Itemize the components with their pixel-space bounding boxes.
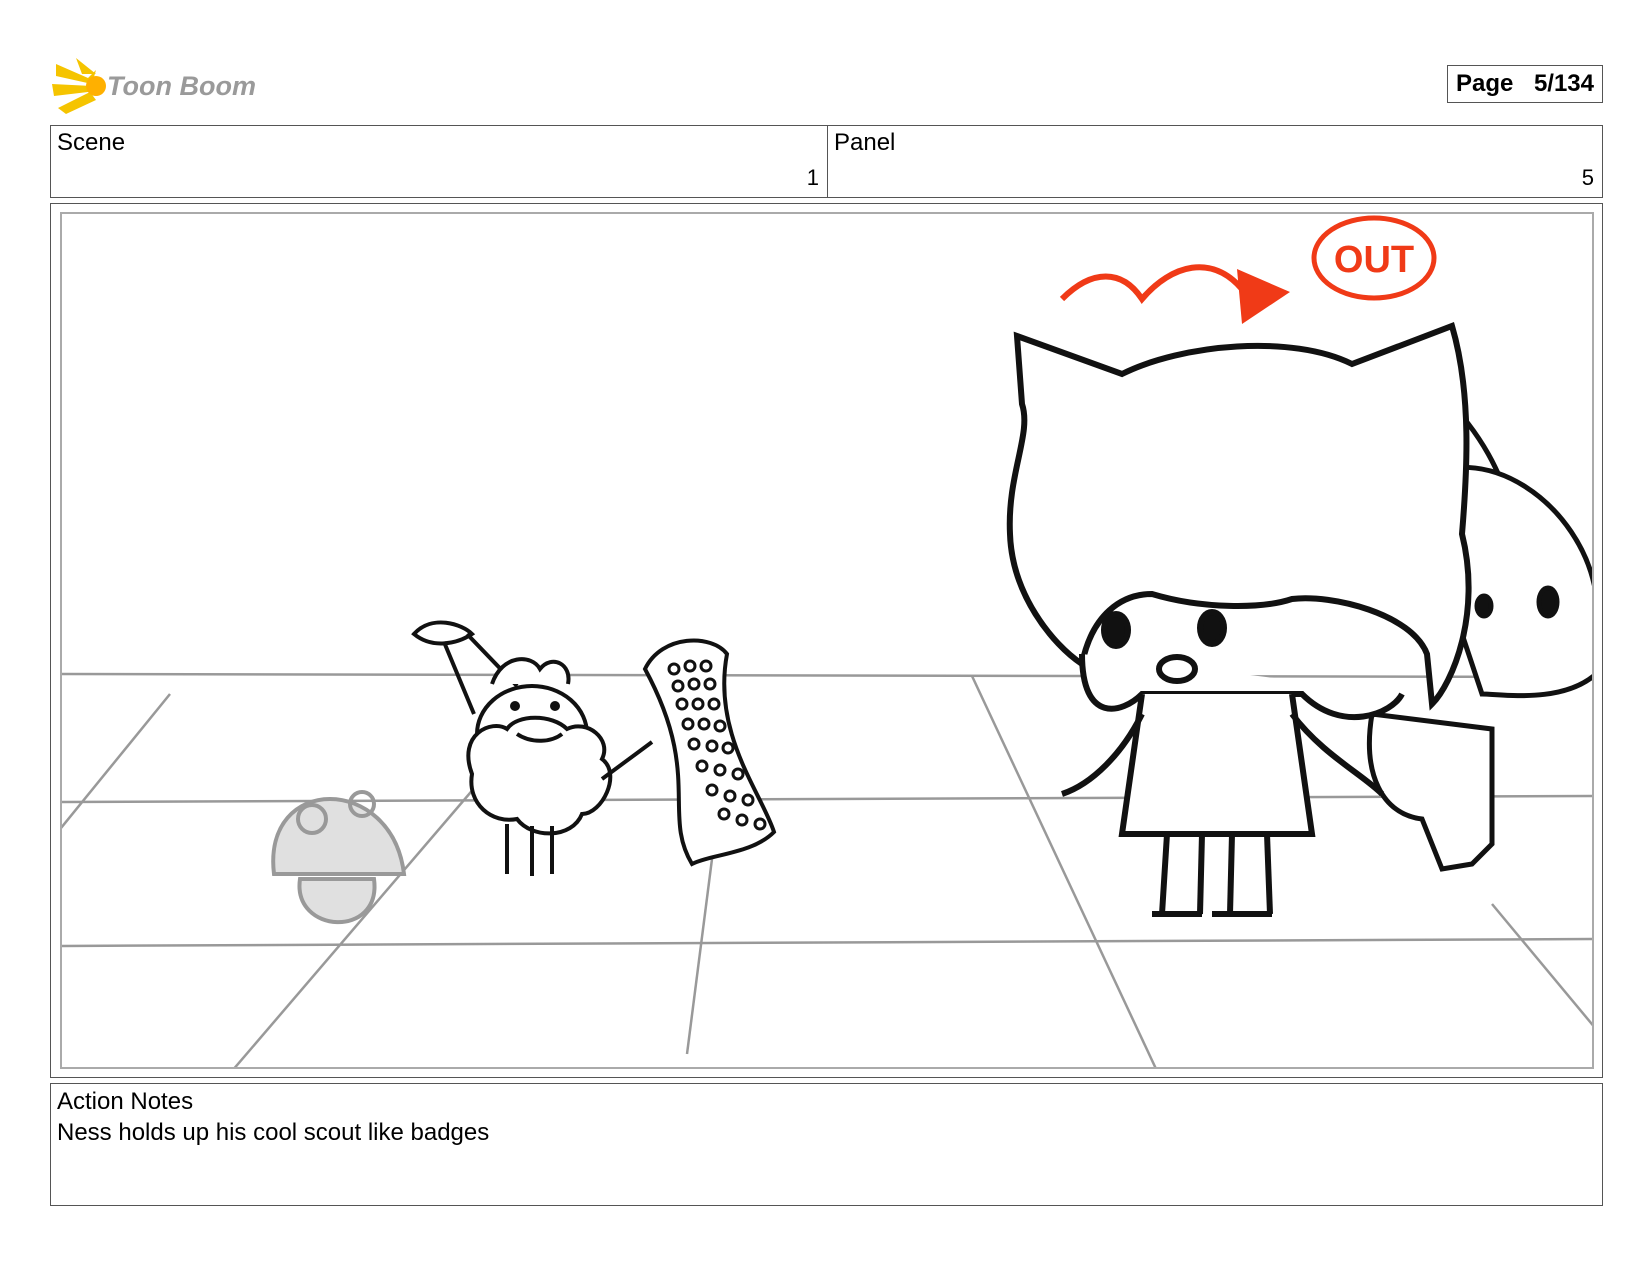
scene-label: Scene bbox=[57, 129, 126, 156]
page-number: 5/134 bbox=[1533, 70, 1594, 97]
exit-annotation: OUT bbox=[1059, 215, 1437, 324]
scene-number: 1 bbox=[806, 165, 819, 190]
action-notes: Action Notes Ness holds up his cool scou… bbox=[50, 1083, 1603, 1206]
badge-sash bbox=[642, 638, 777, 867]
page-label: Page bbox=[1456, 70, 1514, 97]
toon-boom-logo: Toon Boom bbox=[52, 56, 272, 116]
panel-cell: Panel 5 bbox=[828, 126, 1602, 197]
scene-cell: Scene 1 bbox=[51, 126, 828, 197]
motion-arrow-path bbox=[1059, 264, 1245, 304]
ness-character bbox=[411, 620, 654, 876]
drawing-canvas: OUT bbox=[62, 215, 1592, 1067]
storyboard-drawing: OUT bbox=[60, 212, 1594, 1069]
action-notes-text: Ness holds up his cool scout like badges bbox=[57, 1119, 490, 1146]
cat-hat-girl-character bbox=[1006, 322, 1472, 917]
out-label: OUT bbox=[1334, 239, 1414, 281]
panel-label: Panel bbox=[834, 129, 896, 156]
logo-text: Toon Boom bbox=[107, 71, 256, 101]
action-notes-label: Action Notes bbox=[57, 1088, 194, 1115]
page-indicator: Page 5/134 bbox=[1447, 65, 1603, 103]
burst-icon: Toon Boom bbox=[52, 58, 256, 114]
arrow-head-icon bbox=[1237, 269, 1290, 324]
panel-number: 5 bbox=[1581, 165, 1594, 190]
mushroom-drawing bbox=[271, 790, 407, 925]
scene-panel-header: Scene 1 Panel 5 bbox=[50, 125, 1603, 198]
